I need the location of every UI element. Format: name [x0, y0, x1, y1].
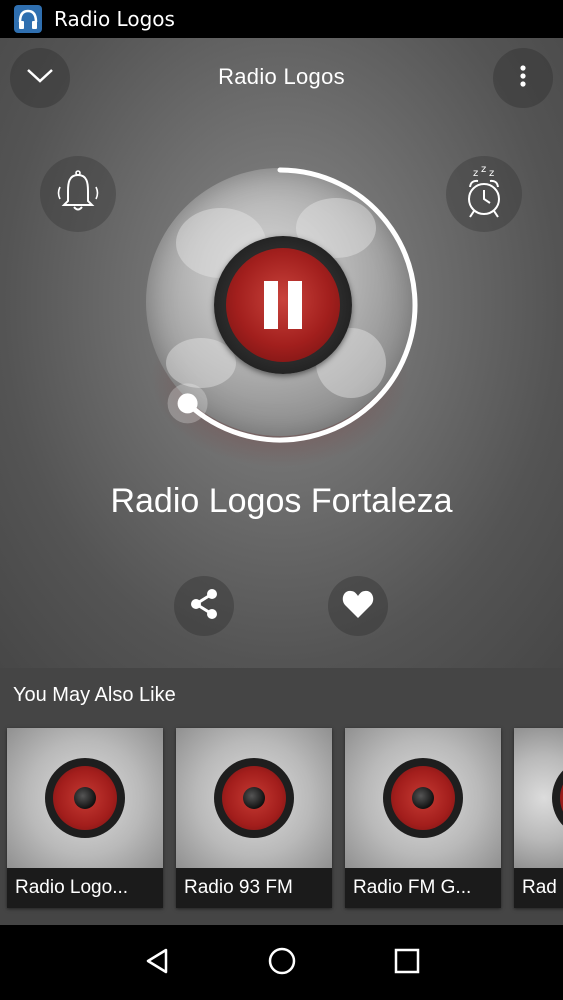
sleep-timer-button[interactable]: z z z	[446, 156, 522, 232]
station-card[interactable]: Radio Logo...	[7, 728, 163, 908]
station-artwork	[143, 163, 423, 443]
home-icon	[267, 946, 297, 980]
recommendations-title: You May Also Like	[13, 684, 176, 706]
nav-back-button[interactable]	[137, 943, 177, 983]
player-title: Radio Logos	[218, 64, 345, 89]
more-vert-icon	[519, 64, 527, 92]
share-button[interactable]	[174, 576, 234, 636]
back-icon	[142, 946, 172, 980]
station-card-label: Rad	[514, 868, 563, 908]
bell-icon	[51, 165, 105, 223]
share-icon	[187, 587, 221, 625]
svg-text:z: z	[473, 168, 478, 179]
system-nav-bar	[0, 925, 563, 1000]
station-thumbnail	[345, 728, 501, 868]
progress-arc	[185, 167, 418, 443]
station-card-label: Radio FM G...	[345, 868, 501, 908]
station-card[interactable]: Rad	[514, 728, 563, 908]
station-name: Radio Logos Fortaleza	[110, 482, 453, 520]
sleep-timer-icon: z z z	[457, 163, 511, 225]
progress-ring	[167, 167, 418, 443]
progress-knob	[177, 393, 198, 414]
station-card[interactable]: Radio FM G...	[345, 728, 501, 908]
recommendations-section: You May Also Like Radio Logo... Radio 93…	[0, 668, 563, 925]
svg-text:z: z	[489, 168, 494, 179]
more-options-button[interactable]	[493, 48, 553, 108]
status-bar: Radio Logos	[0, 0, 563, 38]
station-card-label: Radio Logo...	[7, 868, 163, 908]
player-panel: Radio Logos z z z Radio Logos Fortaleza	[0, 38, 563, 668]
favorite-button[interactable]	[328, 576, 388, 636]
nav-recents-button[interactable]	[387, 943, 427, 983]
app-logo-icon	[14, 5, 42, 33]
station-thumbnail	[7, 728, 163, 868]
station-thumbnail	[176, 728, 332, 868]
recommendations-list: Radio Logo... Radio 93 FM Radio FM G... …	[7, 728, 563, 908]
station-thumbnail	[514, 728, 563, 868]
status-app-title: Radio Logos	[54, 7, 175, 31]
heart-icon	[341, 588, 375, 624]
station-card-label: Radio 93 FM	[176, 868, 332, 908]
alarm-button[interactable]	[40, 156, 116, 232]
svg-text:z: z	[481, 164, 486, 175]
recents-icon	[392, 946, 422, 980]
nav-home-button[interactable]	[262, 943, 302, 983]
station-card[interactable]: Radio 93 FM	[176, 728, 332, 908]
